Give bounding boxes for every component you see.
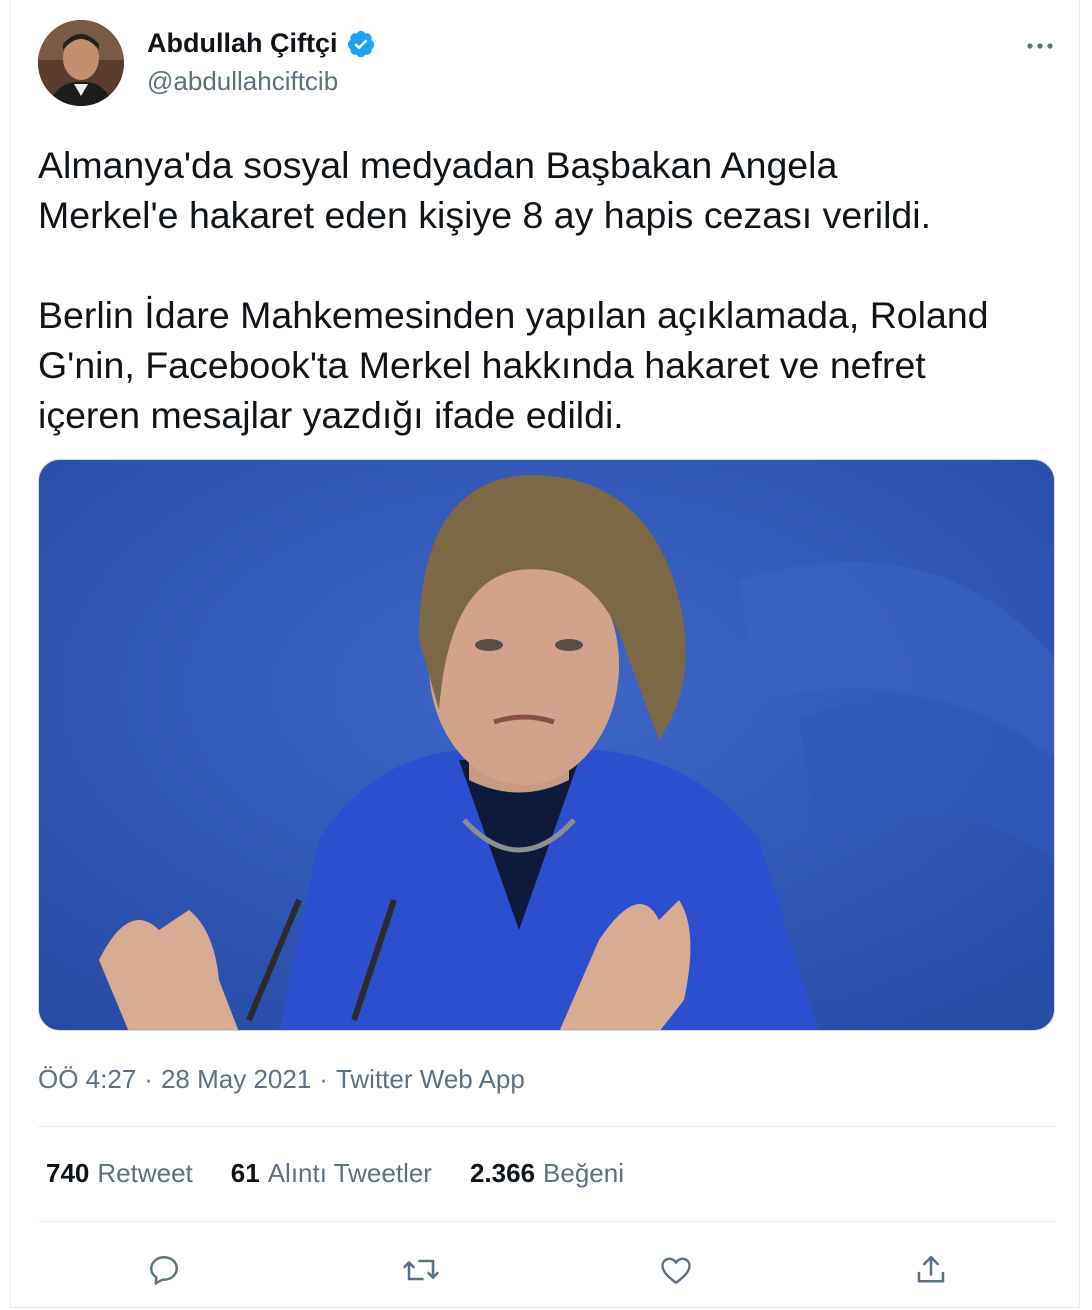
like-button[interactable]: [646, 1240, 706, 1300]
author-handle[interactable]: @abdullahciftcib: [147, 66, 338, 97]
quote-stat[interactable]: 61 Alıntı Tweetler: [231, 1158, 432, 1189]
like-label: Beğeni: [543, 1158, 625, 1188]
retweet-button[interactable]: [391, 1240, 451, 1300]
retweet-label: Retweet: [97, 1158, 193, 1188]
meta-separator: ·: [319, 1064, 328, 1094]
author-name-row[interactable]: Abdullah Çiftçi: [147, 28, 376, 59]
reply-button[interactable]: [134, 1240, 194, 1300]
more-icon: [1027, 43, 1053, 49]
tweet-text: Almanya'da sosyal medyadan Başbakan Ange…: [38, 144, 989, 436]
tweet-actions: [38, 1240, 1056, 1300]
divider-bottom: [38, 1221, 1056, 1222]
photo-woman-at-microphones: [39, 460, 1054, 1030]
retweet-icon: [403, 1259, 439, 1281]
more-button[interactable]: [1020, 26, 1060, 66]
reply-icon: [150, 1256, 178, 1285]
retweet-count: 740: [46, 1158, 90, 1188]
avatar[interactable]: [38, 20, 124, 106]
tweet-time[interactable]: ÖÖ 4:27: [38, 1064, 136, 1094]
author-name[interactable]: Abdullah Çiftçi: [147, 28, 338, 59]
meta-separator: ·: [144, 1064, 153, 1094]
tweet-source[interactable]: Twitter Web App: [336, 1064, 525, 1094]
divider-top: [38, 1126, 1056, 1127]
tweet-meta: ÖÖ 4:27 · 28 May 2021 · Twitter Web App: [38, 1064, 525, 1095]
verified-badge-icon: [347, 30, 374, 57]
quote-count: 61: [230, 1158, 260, 1188]
share-icon: [917, 1255, 945, 1283]
tweet-date[interactable]: 28 May 2021: [161, 1064, 311, 1094]
like-icon: [661, 1257, 691, 1284]
like-stat[interactable]: 2.366 Beğeni: [470, 1158, 624, 1189]
share-button[interactable]: [901, 1240, 961, 1300]
tweet-image[interactable]: [38, 459, 1055, 1031]
like-count: 2.366: [469, 1158, 536, 1188]
tweet-stats: 740 Retweet 61 Alıntı Tweetler 2.366 Beğeni: [46, 1158, 624, 1189]
quote-label: Alıntı Tweetler: [267, 1158, 432, 1188]
avatar-image: [38, 20, 124, 106]
retweet-stat[interactable]: 740 Retweet: [46, 1158, 193, 1189]
